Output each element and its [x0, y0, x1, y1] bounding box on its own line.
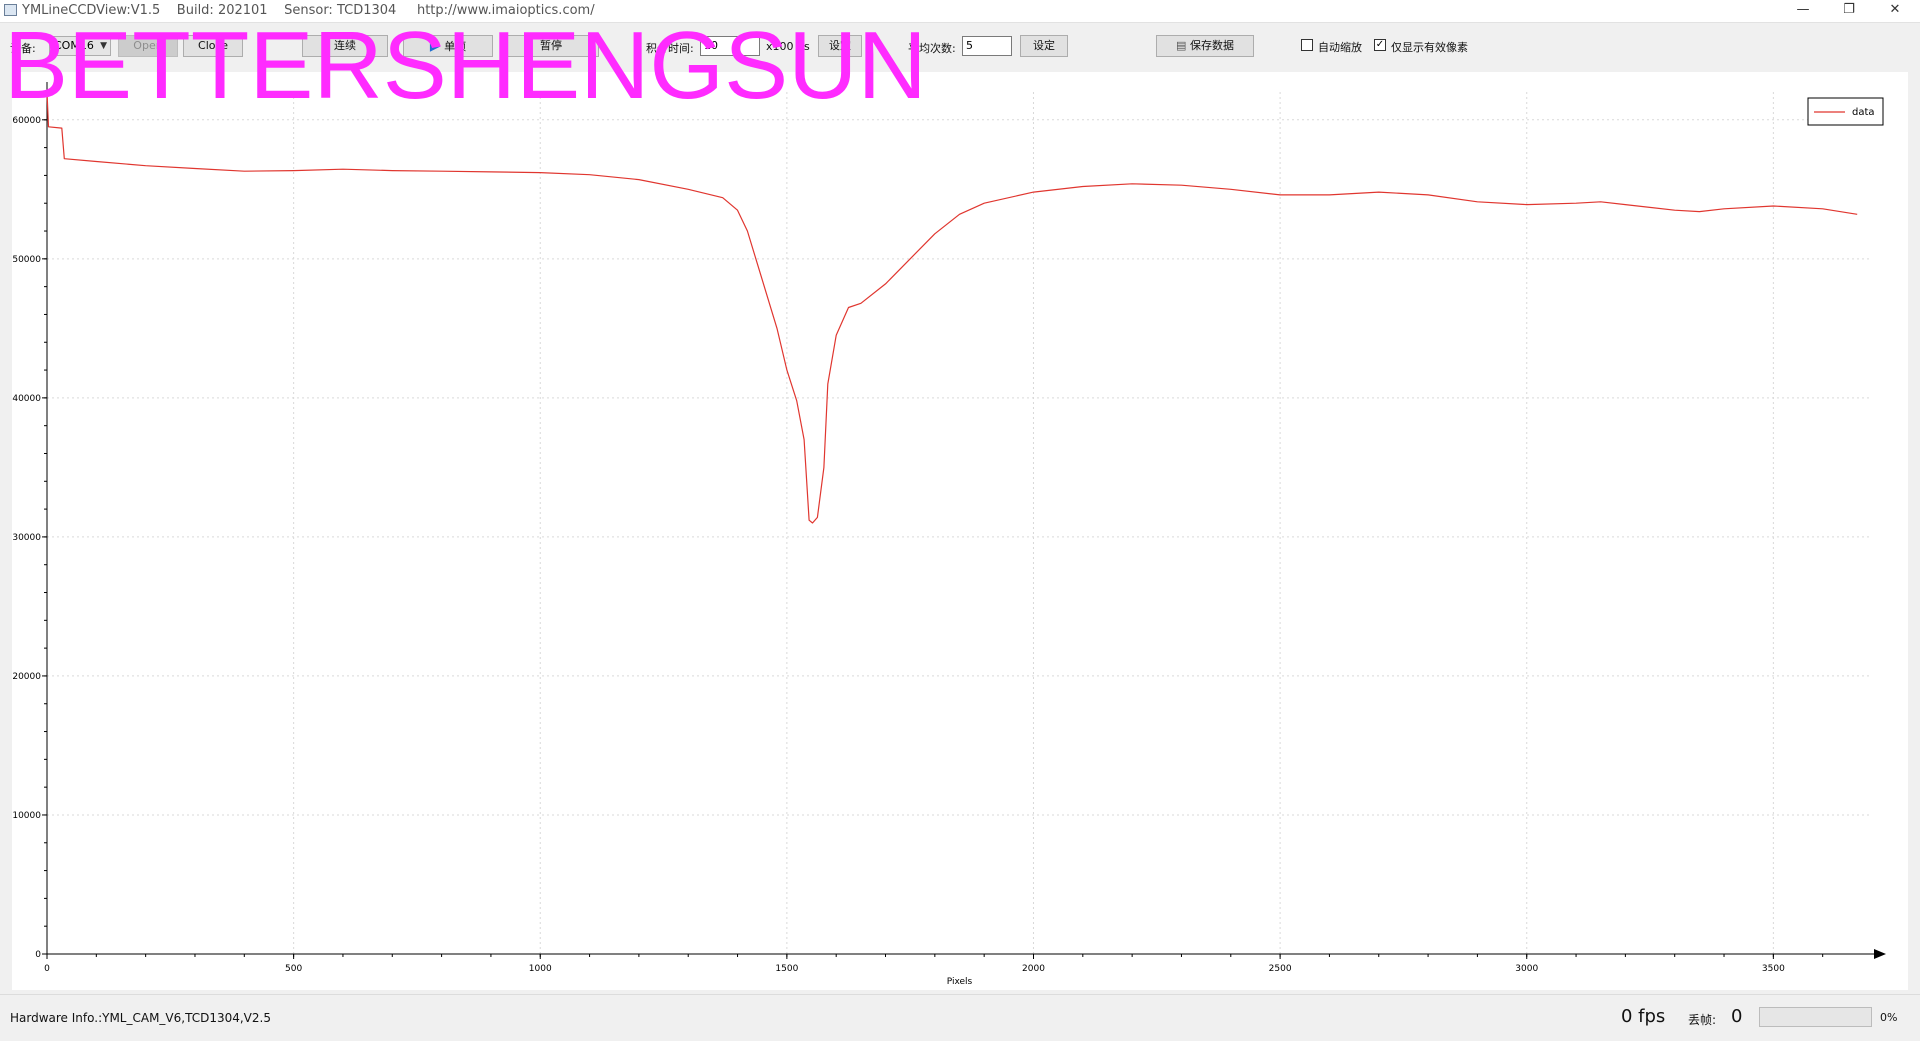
fps-readout: 0 fps: [1621, 1006, 1666, 1027]
save-icon: ▤: [1176, 39, 1187, 52]
checkmark-icon: ✓: [1375, 39, 1385, 50]
x-tick-label: 500: [285, 964, 302, 974]
progress-text: 0%: [1880, 1011, 1898, 1024]
x-tick-label: 1500: [775, 964, 798, 974]
minimize-button[interactable]: —: [1780, 0, 1826, 22]
valid-pixels-label: 仅显示有效像素: [1391, 41, 1468, 54]
x-tick-label: 2000: [1022, 964, 1045, 974]
y-tick-label: 0: [35, 950, 41, 960]
auto-zoom-label: 自动缩放: [1318, 41, 1362, 54]
save-data-button[interactable]: ▤ 保存数据: [1156, 35, 1254, 57]
watermark-text: BETTERSHENGSUN: [4, 12, 927, 119]
x-tick-label: 1000: [529, 964, 552, 974]
hardware-info: Hardware Info.:YML_CAM_V6,TCD1304,V2.5: [10, 1011, 271, 1025]
data-series-line: [46, 91, 1858, 524]
y-tick-label: 40000: [12, 394, 41, 404]
close-window-button[interactable]: ✕: [1872, 0, 1918, 22]
y-tick-label: 20000: [12, 672, 41, 682]
valid-pixels-checkbox[interactable]: ✓: [1374, 39, 1386, 51]
y-tick-label: 10000: [12, 811, 41, 821]
auto-zoom-checkbox[interactable]: [1301, 39, 1313, 51]
y-tick-label: 50000: [12, 255, 41, 265]
plot-area[interactable]: 0 500 1000 1500 2000 2500 3000 3500 0 10000 20000 3…: [12, 72, 1908, 990]
y-tick-label: 30000: [12, 533, 41, 543]
pixel-intensity-chart[interactable]: 0 500 1000 1500 2000 2500 3000 3500 0 10000 20000 3…: [12, 72, 1908, 990]
x-tick-label: 3000: [1515, 964, 1538, 974]
dropped-frames-label: 丢帧:: [1688, 1013, 1717, 1027]
x-tick-label: 2500: [1269, 964, 1292, 974]
x-tick-label: 3500: [1762, 964, 1785, 974]
average-count-input[interactable]: 5: [962, 36, 1012, 56]
set-average-button[interactable]: 设定: [1020, 35, 1068, 57]
save-data-label: 保存数据: [1189, 39, 1234, 52]
legend-label: data: [1852, 107, 1875, 118]
x-axis-arrow: [1874, 949, 1886, 959]
status-bar: Hardware Info.:YML_CAM_V6,TCD1304,V2.5 0…: [0, 994, 1920, 1041]
restore-button[interactable]: ❐: [1826, 0, 1872, 22]
x-tick-label: 0: [44, 964, 50, 974]
progress-bar: [1759, 1007, 1872, 1027]
dropped-frames-value: 0: [1731, 1006, 1743, 1027]
x-axis-label: Pixels: [947, 977, 973, 987]
